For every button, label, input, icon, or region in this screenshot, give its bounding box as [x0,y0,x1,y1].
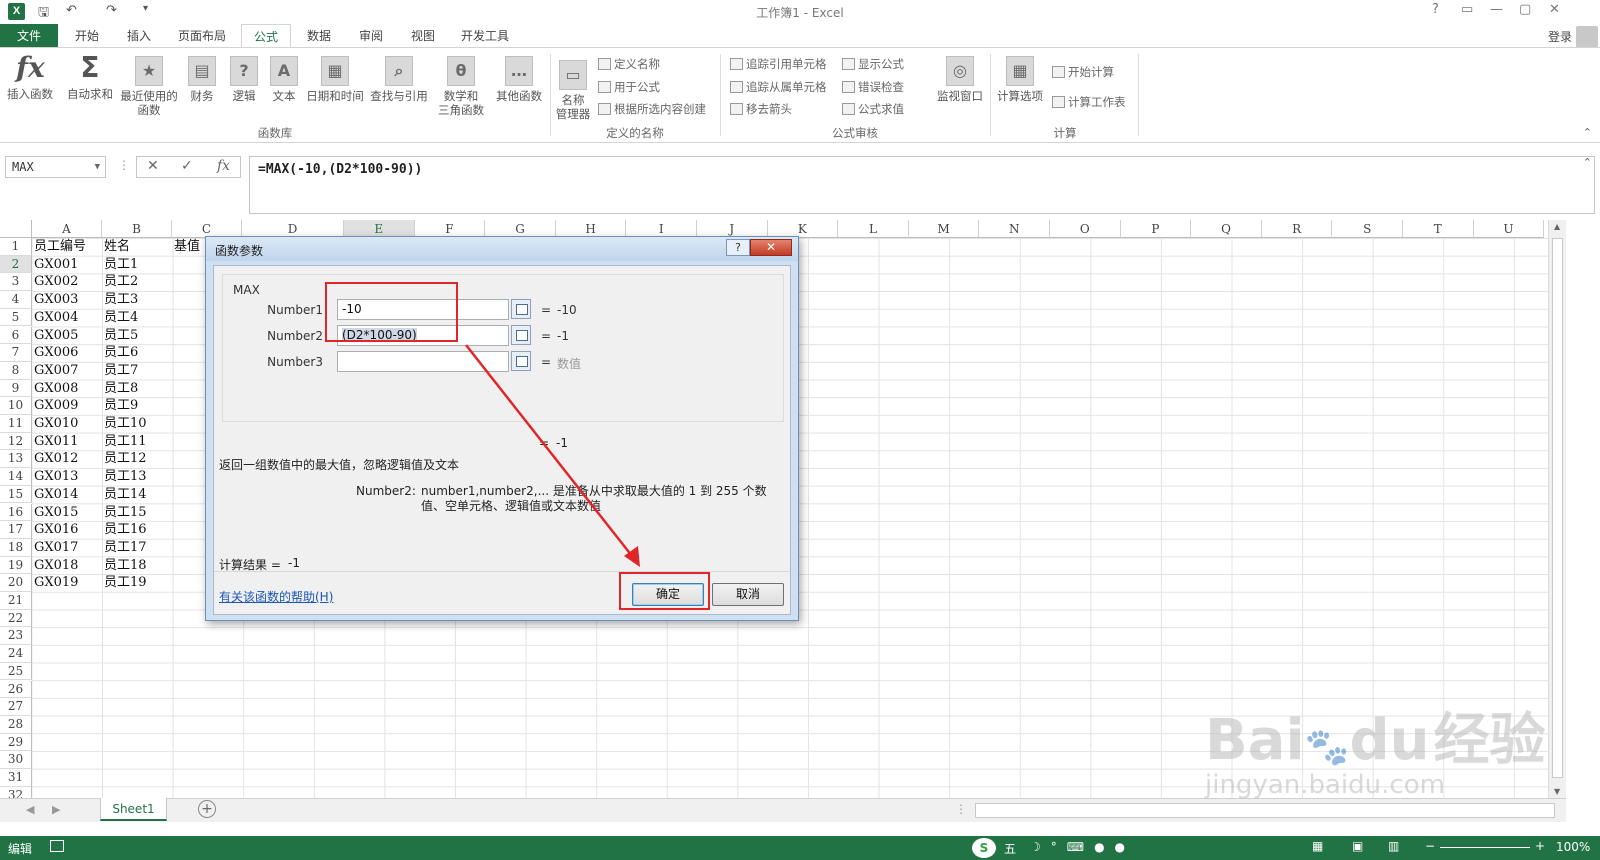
watermark-brand: Bai🐾du经验 [1205,708,1546,773]
paw-icon: 🐾 [1304,727,1350,768]
watermark-url: jingyan.baidu.com [1205,770,1445,800]
